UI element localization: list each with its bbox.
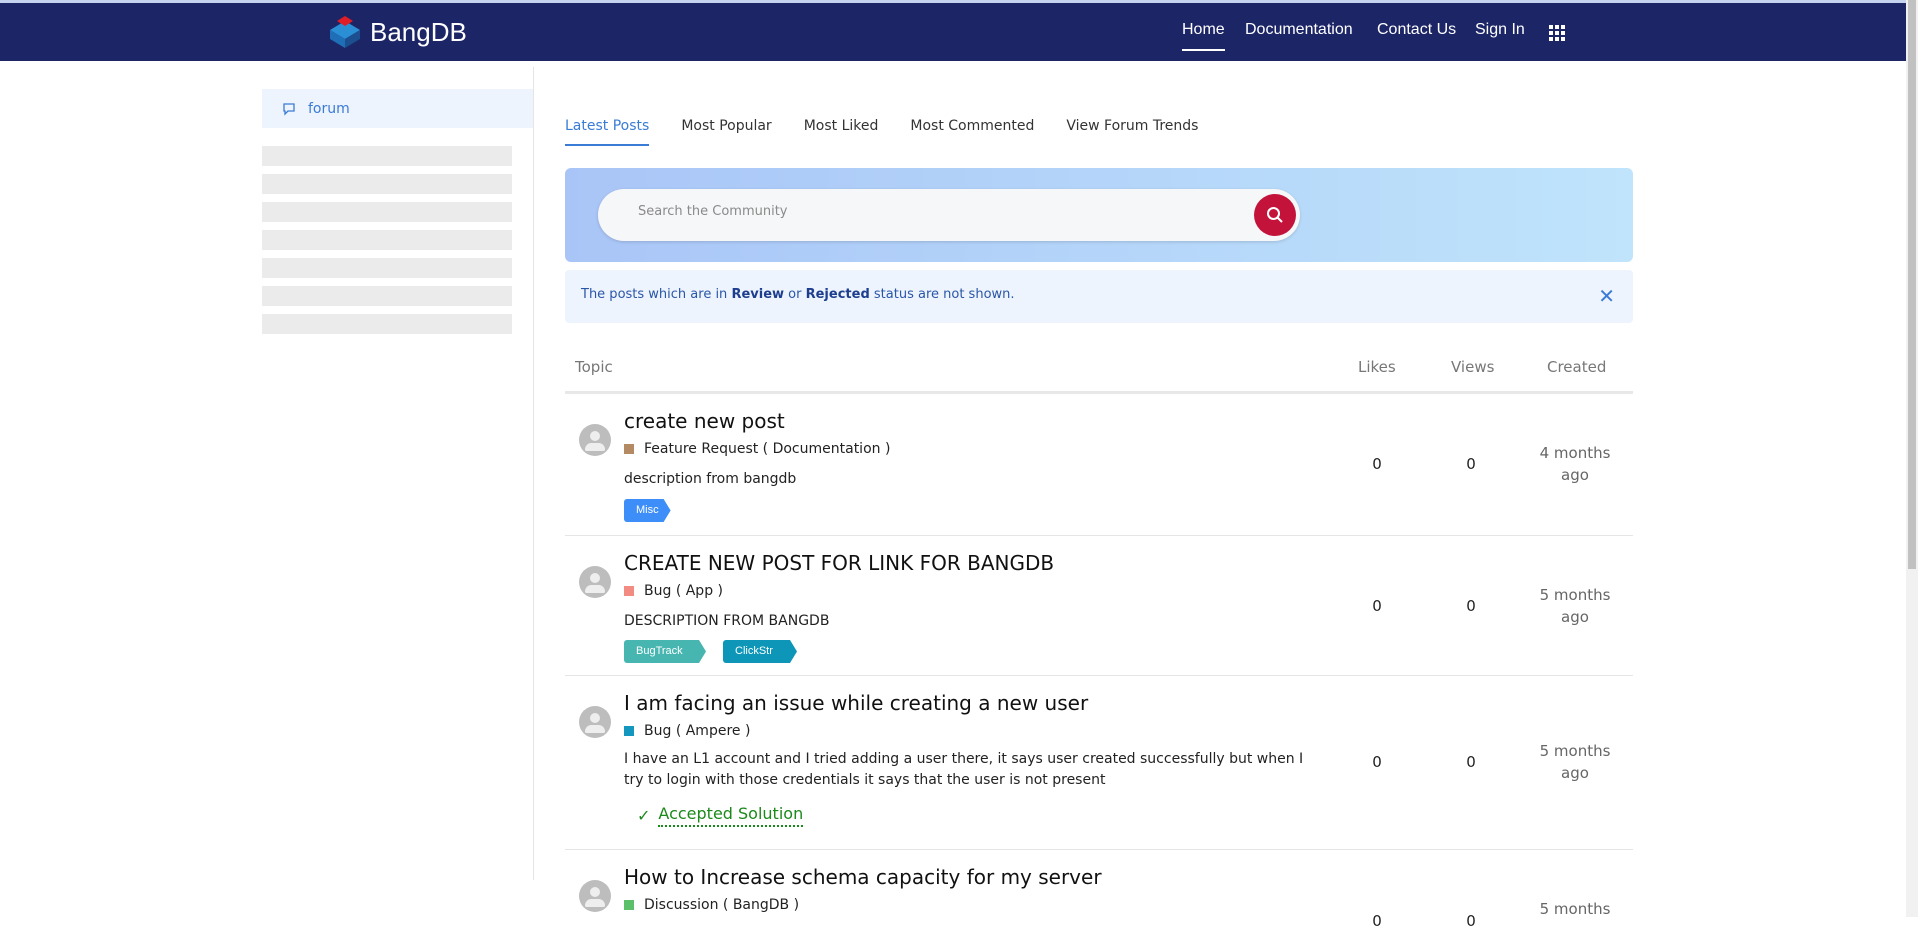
search-box: [598, 189, 1300, 241]
views-count: 0: [1466, 753, 1476, 771]
category-color-swatch: [624, 444, 634, 454]
post-category: Bug ( Ampere ): [624, 723, 750, 739]
header-created: Created: [1547, 358, 1607, 376]
likes-count: 0: [1372, 753, 1382, 771]
top-navbar: BangDB Home Documentation Contact Us Sig…: [0, 3, 1906, 61]
created-time: 4 months ago: [1539, 444, 1611, 484]
avatar: [579, 566, 611, 598]
brand-logo[interactable]: BangDB: [328, 15, 467, 49]
check-icon: ✓: [637, 806, 651, 825]
category-color-swatch: [624, 900, 634, 910]
tab-most-popular[interactable]: Most Popular: [681, 118, 771, 146]
post-category: Feature Request ( Documentation ): [624, 441, 890, 457]
likes-count: 0: [1372, 455, 1382, 473]
tab-latest-posts[interactable]: Latest Posts: [565, 118, 650, 146]
sidebar-skeleton: [262, 202, 512, 222]
nav-sign-in[interactable]: Sign In: [1475, 21, 1525, 39]
brand-name: BangDB: [370, 16, 467, 47]
table-row[interactable]: I am facing an issue while creating a ne…: [565, 676, 1633, 850]
scrollbar-thumb[interactable]: [1908, 0, 1916, 569]
likes-count: 0: [1372, 912, 1382, 930]
sidebar-skeleton: [262, 174, 512, 194]
tag[interactable]: BugTrack ...: [624, 640, 706, 663]
notice-text: The posts which are in: [581, 287, 732, 302]
search-input[interactable]: [638, 204, 1218, 219]
category-label: Bug ( Ampere ): [644, 723, 751, 739]
forum-tabs: Latest Posts Most Popular Most Liked Mos…: [565, 118, 1198, 146]
category-color-swatch: [624, 586, 634, 596]
post-category: Bug ( App ): [624, 583, 723, 599]
views-count: 0: [1466, 597, 1476, 615]
header-likes: Likes: [1358, 358, 1396, 376]
sidebar-skeleton: [262, 230, 512, 250]
post-description: I have an L1 account and I tried adding …: [624, 751, 1304, 788]
views-count: 0: [1466, 455, 1476, 473]
avatar: [579, 880, 611, 912]
post-description: DESCRIPTION FROM BANGDB: [624, 613, 830, 629]
category-color-swatch: [624, 726, 634, 736]
notice-rejected: Rejected: [805, 287, 870, 302]
close-icon[interactable]: ✕: [1598, 284, 1615, 308]
post-title[interactable]: How to Increase schema capacity for my s…: [624, 865, 1102, 889]
status-notice: The posts which are in Review or Rejecte…: [565, 270, 1633, 323]
created-time: 5 months ago: [1539, 742, 1611, 782]
page-scrollbar[interactable]: [1906, 0, 1918, 917]
sidebar-item-forum[interactable]: forum: [262, 89, 533, 128]
sidebar-divider: [533, 67, 534, 880]
tag[interactable]: Misc: [624, 499, 671, 522]
tab-most-commented[interactable]: Most Commented: [910, 118, 1034, 146]
post-title[interactable]: I am facing an issue while creating a ne…: [624, 691, 1088, 715]
nav-contact-us[interactable]: Contact Us: [1377, 21, 1456, 39]
category-label: Feature Request ( Documentation ): [644, 441, 891, 457]
sidebar-skeleton: [262, 258, 512, 278]
created-time: 5 months ago: [1539, 586, 1611, 626]
sidebar-skeleton: [262, 314, 512, 334]
nav-documentation[interactable]: Documentation: [1245, 21, 1353, 39]
header-views: Views: [1451, 358, 1495, 376]
search-button[interactable]: [1254, 194, 1296, 236]
likes-count: 0: [1372, 597, 1382, 615]
post-title[interactable]: create new post: [624, 409, 785, 433]
post-title[interactable]: CREATE NEW POST FOR LINK FOR BANGDB: [624, 551, 1054, 575]
notice-text: or: [784, 287, 806, 302]
bangdb-cube-icon: [330, 16, 360, 48]
views-count: 0: [1466, 912, 1476, 930]
category-label: Bug ( App ): [644, 583, 723, 599]
post-category: Discussion ( BangDB ): [624, 897, 799, 913]
table-header: Topic Likes Views Created: [565, 355, 1633, 394]
sidebar-skeleton: [262, 286, 512, 306]
apps-grid-icon[interactable]: [1549, 25, 1565, 41]
category-label: Discussion ( BangDB ): [644, 897, 800, 913]
chat-bubble-icon: [283, 102, 295, 116]
tag[interactable]: ClickStr ...: [723, 640, 797, 663]
tab-view-forum-trends[interactable]: View Forum Trends: [1066, 118, 1198, 146]
post-description: description from bangdb: [624, 471, 797, 487]
table-row[interactable]: CREATE NEW POST FOR LINK FOR BANGDB Bug …: [565, 536, 1633, 676]
search-banner: [565, 168, 1633, 262]
nav-home[interactable]: Home: [1182, 21, 1225, 51]
accepted-solution-label: Accepted Solution: [658, 804, 804, 827]
sidebar-skeleton: [262, 146, 512, 166]
header-topic: Topic: [575, 358, 613, 376]
table-row[interactable]: create new post Feature Request ( Docume…: [565, 394, 1633, 536]
notice-review: Review: [731, 287, 785, 302]
tab-most-liked[interactable]: Most Liked: [804, 118, 879, 146]
sidebar-forum-label: forum: [308, 100, 350, 117]
table-row[interactable]: How to Increase schema capacity for my s…: [565, 850, 1633, 930]
accepted-solution-badge[interactable]: ✓ Accepted Solution: [637, 804, 804, 827]
notice-text: status are not shown.: [869, 287, 1015, 302]
avatar: [579, 424, 611, 456]
search-icon: [1267, 207, 1283, 223]
avatar: [579, 706, 611, 738]
